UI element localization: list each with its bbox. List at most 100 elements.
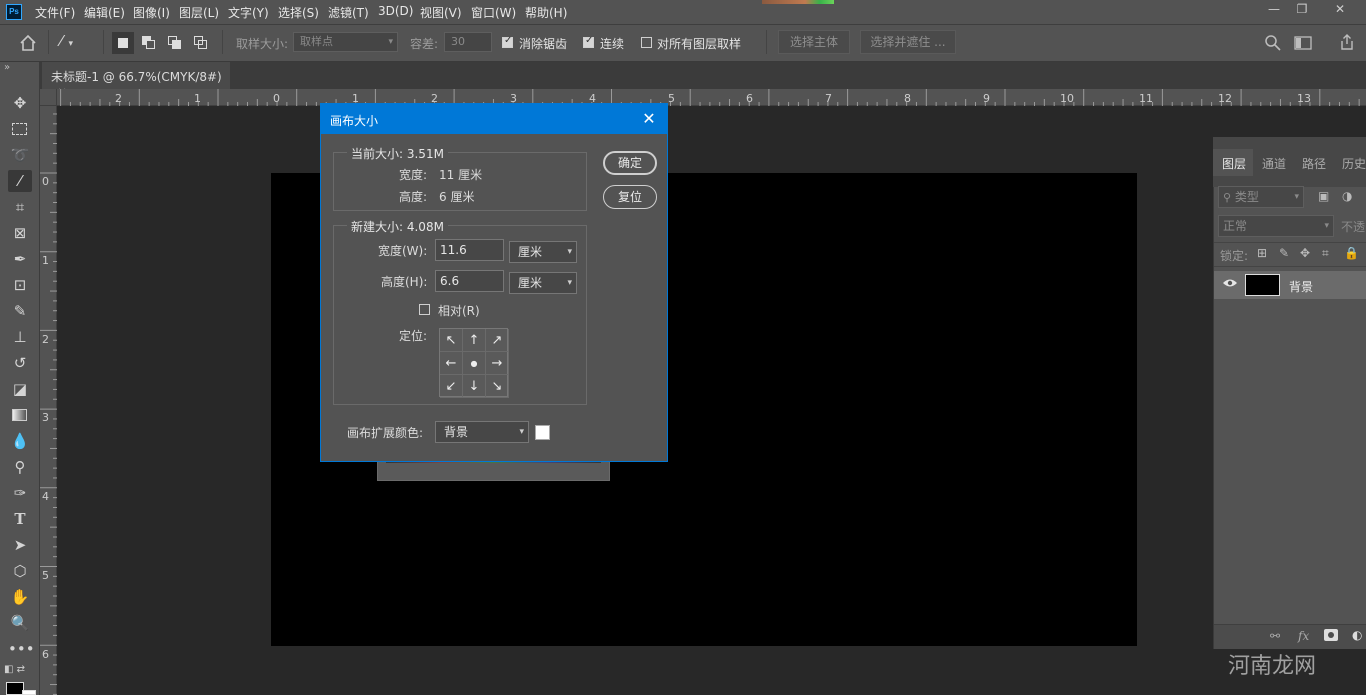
restore-button[interactable]: ❐: [1290, 2, 1314, 20]
horizontal-ruler[interactable]: [57, 89, 1366, 106]
ext-color-select[interactable]: 背景 ▾: [435, 421, 529, 443]
marquee-tool-icon[interactable]: [8, 118, 32, 140]
sample-size-select[interactable]: 取样点 ▾: [293, 32, 398, 52]
expand-panel-icon[interactable]: »: [4, 62, 10, 73]
menu-type[interactable]: 文字(Y): [228, 4, 269, 21]
menu-select[interactable]: 选择(S): [278, 4, 319, 21]
shape-tool-icon[interactable]: ⬡: [8, 560, 32, 582]
menu-view[interactable]: 视图(V): [420, 4, 462, 21]
eraser-tool-icon[interactable]: ◪: [8, 378, 32, 400]
visibility-eye-icon[interactable]: [1222, 277, 1238, 289]
healing-brush-tool-icon[interactable]: ⊡: [8, 274, 32, 296]
crop-tool-icon[interactable]: ⌗: [8, 196, 32, 218]
sample-all-layers-checkbox[interactable]: [641, 37, 652, 48]
share-icon[interactable]: [1338, 33, 1356, 51]
lock-transparent-icon[interactable]: ⊞: [1257, 246, 1267, 260]
menu-window[interactable]: 窗口(W): [471, 4, 516, 21]
ok-button[interactable]: 确定: [603, 151, 657, 175]
anchor-top[interactable]: ↑: [463, 329, 486, 352]
menu-file[interactable]: 文件(F): [35, 4, 75, 21]
tolerance-input[interactable]: 30: [444, 32, 492, 52]
height-input[interactable]: 6.6: [435, 270, 504, 292]
current-height-label: 高度:: [399, 190, 428, 204]
anchor-bottom[interactable]: ↓: [463, 375, 486, 398]
width-unit-select[interactable]: 厘米 ▾: [509, 241, 577, 263]
tab-paths[interactable]: 路径: [1302, 155, 1326, 172]
eyedropper-tool-icon[interactable]: ✒: [8, 248, 32, 270]
anchor-bottom-left[interactable]: ↙: [440, 375, 463, 398]
anti-alias-checkbox[interactable]: [502, 35, 513, 48]
filter-pixel-icon[interactable]: ▣: [1318, 189, 1329, 203]
lock-position-icon[interactable]: ✥: [1300, 246, 1310, 260]
layers-panel: [1213, 137, 1366, 649]
search-icon[interactable]: [1264, 34, 1282, 52]
layer-filter-select[interactable]: ⚲ 类型 ▾: [1218, 186, 1304, 208]
brush-tool-icon[interactable]: ✎: [8, 300, 32, 322]
tab-history[interactable]: 历史: [1342, 155, 1366, 172]
close-window-button[interactable]: ✕: [1328, 2, 1352, 20]
swap-colors-icon[interactable]: ◧ ⇄: [4, 664, 34, 678]
lock-artboard-icon[interactable]: ⌗: [1322, 246, 1329, 261]
magic-wand-preset-icon[interactable]: ⁄ ▾: [60, 32, 94, 54]
blur-tool-icon[interactable]: 💧: [8, 430, 32, 452]
lasso-tool-icon[interactable]: ➰: [8, 144, 32, 166]
ruler-origin[interactable]: [40, 89, 57, 106]
magic-wand-tool-icon[interactable]: ⁄: [8, 170, 32, 192]
background-color-swatch[interactable]: [22, 690, 36, 695]
add-to-selection-icon[interactable]: [140, 34, 158, 52]
gradient-tool-icon[interactable]: [8, 404, 32, 426]
relative-checkbox[interactable]: [419, 304, 430, 315]
menu-layer[interactable]: 图层(L): [179, 4, 219, 21]
frame-tool-icon[interactable]: ⊠: [8, 222, 32, 244]
link-layers-icon[interactable]: ⚯: [1270, 629, 1280, 643]
anchor-top-left[interactable]: ↖: [440, 329, 463, 352]
dodge-tool-icon[interactable]: ⚲: [8, 456, 32, 478]
pen-tool-icon[interactable]: ✑: [8, 482, 32, 504]
vertical-ruler[interactable]: [40, 106, 57, 695]
type-tool-icon[interactable]: T: [8, 508, 32, 530]
tab-channels[interactable]: 通道: [1262, 155, 1286, 172]
ext-color-swatch[interactable]: [535, 425, 550, 440]
clone-stamp-tool-icon[interactable]: ⊥: [8, 326, 32, 348]
path-selection-tool-icon[interactable]: ➤: [8, 534, 32, 556]
menu-filter[interactable]: 滤镜(T): [328, 4, 369, 21]
lock-pixels-icon[interactable]: ✎: [1279, 246, 1289, 260]
width-label: 宽度(W):: [378, 244, 428, 258]
add-mask-icon[interactable]: [1324, 629, 1338, 641]
tab-layers[interactable]: 图层: [1222, 155, 1246, 172]
menu-help[interactable]: 帮助(H): [525, 4, 567, 21]
dialog-close-icon[interactable]: ✕: [639, 109, 659, 129]
new-selection-icon[interactable]: [112, 32, 134, 54]
height-unit-select[interactable]: 厘米 ▾: [509, 272, 577, 294]
width-input[interactable]: 11.6: [435, 239, 504, 261]
anchor-top-right[interactable]: ↗: [486, 329, 509, 352]
contiguous-checkbox[interactable]: [583, 35, 594, 48]
select-subject-button[interactable]: 选择主体: [778, 30, 850, 54]
document-tab[interactable]: 未标题-1 @ 66.7%(CMYK/8#) ×: [42, 62, 230, 99]
hand-tool-icon[interactable]: ✋: [8, 586, 32, 608]
reset-button[interactable]: 复位: [603, 185, 657, 209]
anchor-left[interactable]: ←: [440, 352, 463, 375]
anchor-center[interactable]: ●: [463, 352, 486, 375]
more-tools-icon[interactable]: •••: [8, 638, 35, 660]
menu-3d[interactable]: 3D(D): [378, 4, 413, 18]
lock-all-icon[interactable]: 🔒: [1344, 246, 1359, 260]
intersect-selection-icon[interactable]: [192, 34, 210, 52]
history-brush-tool-icon[interactable]: ↺: [8, 352, 32, 374]
subtract-from-selection-icon[interactable]: [166, 34, 184, 52]
document-tab-bar: [40, 62, 1366, 89]
minimize-button[interactable]: —: [1262, 2, 1286, 20]
menu-image[interactable]: 图像(I): [133, 4, 170, 21]
blend-mode-select[interactable]: 正常 ▾: [1218, 215, 1334, 237]
zoom-tool-icon[interactable]: 🔍: [8, 612, 32, 634]
adjustment-layer-icon[interactable]: ◐: [1352, 628, 1362, 642]
menu-edit[interactable]: 编辑(E): [84, 4, 125, 21]
select-and-mask-button[interactable]: 选择并遮住 ...: [860, 30, 956, 54]
anchor-bottom-right[interactable]: ↘: [486, 375, 509, 398]
workspace-icon[interactable]: [1294, 35, 1312, 51]
move-tool-icon[interactable]: ✥: [8, 92, 32, 114]
anchor-right[interactable]: →: [486, 352, 509, 375]
filter-adjustment-icon[interactable]: ◑: [1342, 189, 1352, 203]
fx-icon[interactable]: fx: [1298, 629, 1309, 643]
home-icon[interactable]: [18, 33, 38, 53]
